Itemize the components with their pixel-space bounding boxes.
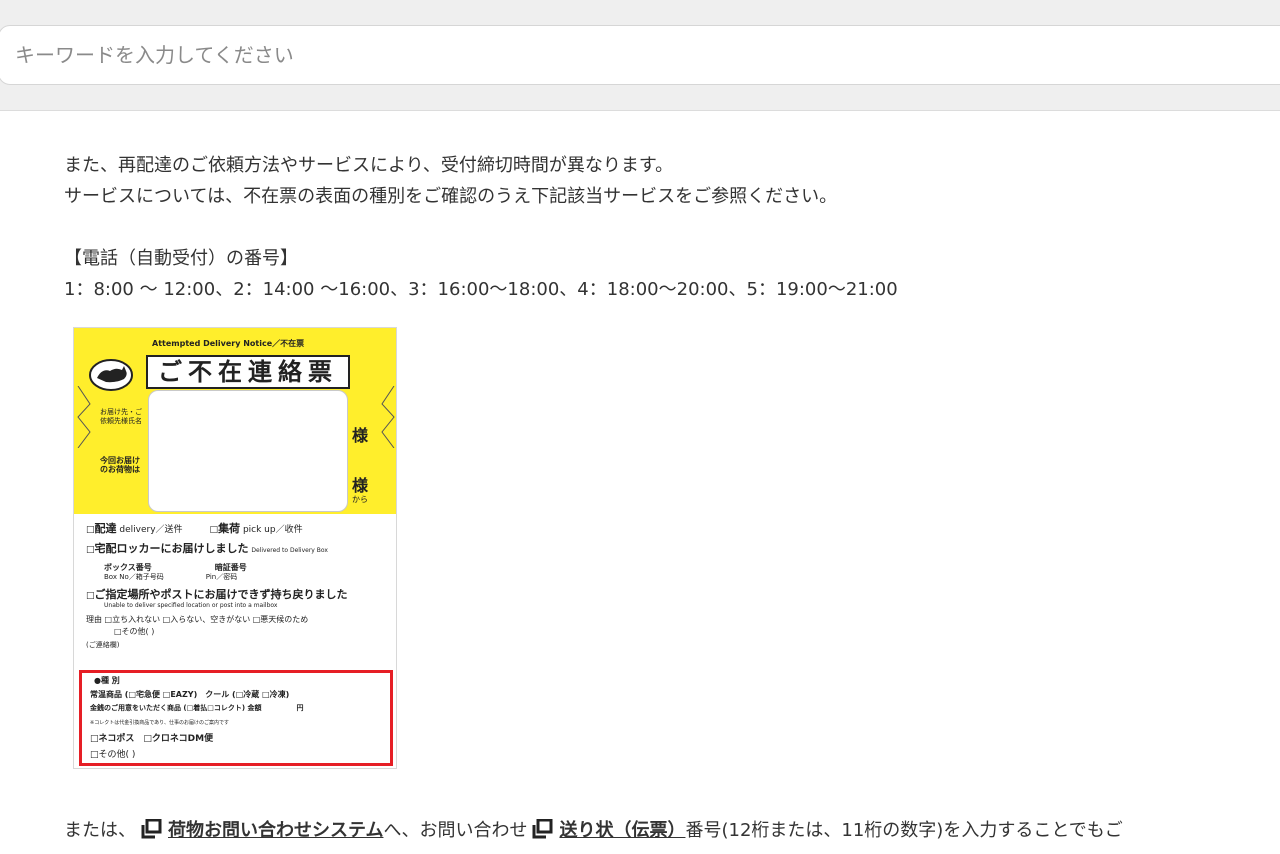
waybill-link[interactable]: 送り状（伝票）: [559, 820, 685, 841]
return-en: Unable to deliver specified location or …: [104, 602, 278, 609]
search-field[interactable]: [0, 25, 1280, 85]
nekopos-row: □ネコポス □クロネコDM便: [90, 734, 214, 744]
sama-label: 様: [352, 426, 369, 445]
return-label: ご指定場所やポストにお届けできず持ち戻りました: [94, 588, 348, 601]
kara-label: から: [352, 495, 368, 504]
bottom-middle: へ、お問い合わせ: [383, 820, 528, 841]
pin-en: Pin／密码: [205, 573, 238, 581]
article-body: また、再配達のご依頼方法やサービスにより、受付締切時間が異なります。 サービスに…: [64, 150, 1280, 305]
kind-section-highlight: ●種 別 常温商品 (□宅急便 □EAZY) クール (□冷蔵 □冷凍) 金銭の…: [79, 670, 393, 766]
bottom-paragraph: または、 荷物お問い合わせシステムへ、お問い合わせ 送り状（伝票）番号(12桁または…: [64, 815, 1280, 846]
box-en-row: Box No／箱子号码 Pin／密码: [104, 572, 237, 582]
perforation-right-icon: [381, 386, 395, 448]
red-other-row: □その他( ): [90, 750, 136, 760]
bottom-prefix: または、: [64, 820, 136, 841]
notice-top-label: Attempted Delivery Notice／不在票: [152, 339, 305, 348]
bottom-suffix: 番号(12桁または、11桁の数字)を入力することでもご: [685, 820, 1123, 841]
addressee-box: [148, 390, 348, 512]
paragraph-line: サービスについては、不在票の表面の種別をご確認のうえ下記該当サービスをご参照くだ…: [64, 186, 838, 207]
paragraph-line: また、再配達のご依頼方法やサービスにより、受付締切時間が異なります。: [64, 155, 674, 176]
kind-label: ●種 別: [94, 676, 120, 685]
pin-label: 暗証番号: [214, 563, 247, 572]
today-label: 今回お届けのお荷物は: [100, 456, 140, 474]
normal-row: 常温商品 (□宅急便 □EAZY) クール (□冷蔵 □冷凍): [90, 690, 290, 699]
locker-en: Delivered to Delivery Box: [251, 547, 328, 554]
phone-times: 1：8:00 ～ 12:00、2：14:00 ～16:00、3：16:00～18…: [64, 279, 898, 300]
return-row: □ご指定場所やポストにお届けできず持ち戻りました: [86, 588, 348, 601]
locker-label: 宅配ロッカーにお届けしました: [94, 542, 249, 555]
addressee-label: お届け先・ご依頼先様氏名: [100, 408, 142, 425]
tracking-system-link[interactable]: 荷物お問い合わせシステム: [168, 820, 383, 841]
haitatsu-label: 配達: [94, 522, 117, 535]
external-window-icon: [141, 819, 162, 839]
absence-notice-image: Attempted Delivery Notice／不在票 ご不在連絡票 お届け…: [73, 327, 397, 769]
note-label: (ご連絡欄): [86, 641, 120, 649]
delivery-row: □配達 delivery／送件 □集荷 pick up／收件: [86, 522, 303, 535]
phone-heading: 【電話（自動受付）の番号】: [64, 248, 298, 269]
shuka-label: 集荷: [218, 522, 241, 535]
search-bar: [0, 0, 1280, 111]
sama-label: 様: [352, 476, 369, 495]
small-note: ※コレクトは代金引換商品であり、仕事のお届けのご案内です: [90, 720, 229, 726]
box-no-en: Box No／箱子号码: [104, 573, 164, 581]
pickup-en: pick up／收件: [242, 525, 303, 535]
locker-row: □宅配ロッカーにお届けしました Delivered to Delivery Bo…: [86, 542, 328, 555]
external-window-icon: [532, 819, 553, 839]
perforation-left-icon: [77, 386, 91, 448]
notice-title: ご不在連絡票: [146, 355, 350, 389]
delivery-en: delivery／送件: [119, 525, 183, 535]
other-row: □その他( ): [114, 627, 155, 636]
box-no-label: ボックス番号: [104, 563, 152, 572]
search-input[interactable]: [0, 26, 1215, 84]
payment-row: 金銭のご用意をいただく商品 (□着払□コレクト) 金額 円: [90, 704, 304, 712]
reason-row: 理由 □立ち入れない □入らない、空きがない □悪天候のため: [86, 615, 309, 624]
